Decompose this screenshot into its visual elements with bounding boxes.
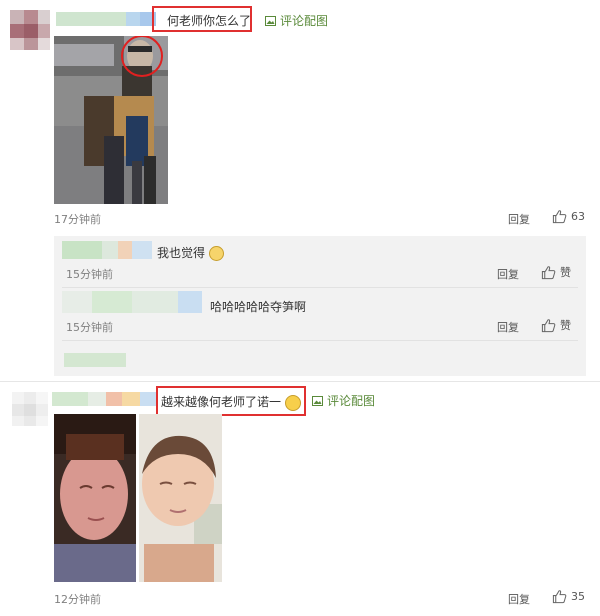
reply-username[interactable] (62, 241, 152, 259)
reply-label: 回复 (508, 213, 530, 226)
divider (62, 340, 578, 341)
reply-username[interactable] (62, 291, 202, 313)
image-icon (265, 15, 276, 26)
reply-like-button[interactable]: 赞 (541, 264, 571, 280)
comment-picture-label: 评论配图 (327, 394, 376, 408)
reply-button[interactable]: 回复 (508, 211, 530, 227)
reply-reply-button[interactable]: 回复 (497, 319, 519, 335)
reply-time: 15分钟前 (66, 268, 113, 281)
divider (62, 287, 578, 288)
comment-photo[interactable] (54, 414, 222, 582)
username[interactable] (56, 12, 156, 26)
like-button[interactable]: 35 (552, 589, 585, 604)
username[interactable] (52, 392, 156, 406)
avatar[interactable] (10, 10, 50, 50)
reply-time: 15分钟前 (66, 321, 113, 334)
comment-time: 17分钟前 (54, 213, 101, 226)
comment-text: 越来越像何老师了诺一 (161, 393, 301, 411)
thumbs-up-icon (552, 590, 567, 604)
like-button[interactable]: 63 (552, 209, 585, 224)
comment-text: 何老师你怎么了 (167, 14, 252, 28)
reply-reply-button[interactable]: 回复 (497, 266, 519, 282)
thumbs-up-icon (541, 265, 556, 279)
reply-label: 回复 (508, 593, 530, 606)
reply-text: 我也觉得 (157, 244, 224, 261)
comment-picture-link[interactable]: 评论配图 (312, 392, 375, 409)
more-replies-link[interactable] (64, 353, 126, 367)
reply-text: 哈哈哈哈哈夺笋啊 (210, 300, 307, 314)
reply-like-button[interactable]: 赞 (541, 317, 571, 333)
reply-button[interactable]: 回复 (508, 591, 530, 607)
avatar[interactable] (12, 392, 48, 426)
divider (0, 381, 600, 382)
comment-photo[interactable] (54, 36, 168, 204)
thumbs-up-icon (552, 210, 567, 224)
like-count: 35 (571, 590, 585, 603)
thumbs-up-icon (541, 318, 556, 332)
comment-picture-link[interactable]: 评论配图 (265, 12, 328, 29)
like-count: 63 (571, 210, 585, 223)
comment-time: 12分钟前 (54, 593, 101, 606)
image-icon (312, 395, 323, 406)
comment-picture-label: 评论配图 (280, 14, 329, 28)
cat-emoji-icon (208, 246, 224, 261)
laughing-emoji-icon (284, 394, 301, 411)
